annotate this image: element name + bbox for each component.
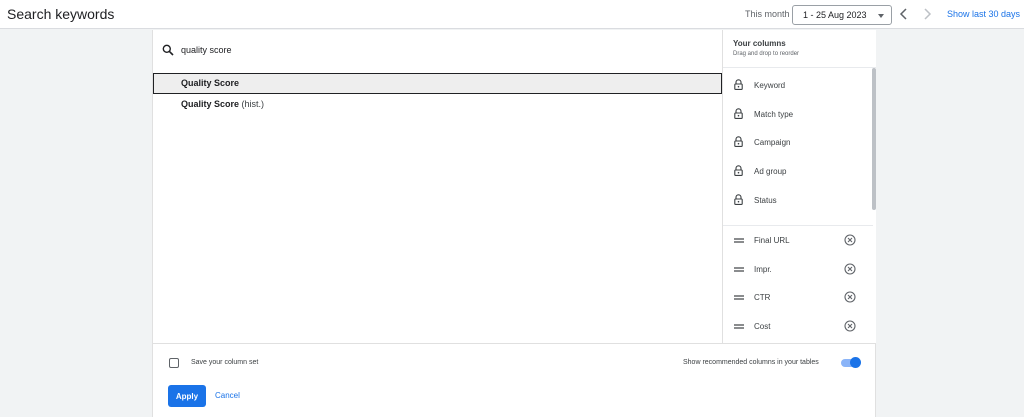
- divider: [723, 67, 876, 68]
- your-columns-title: Your columns: [733, 39, 786, 48]
- date-range-value: 1 - 25 Aug 2023: [803, 10, 867, 20]
- dropdown-caret-icon: [878, 14, 884, 18]
- locked-column-item: Match type: [723, 101, 873, 129]
- search-input[interactable]: [181, 45, 481, 55]
- toggle-knob: [850, 357, 861, 368]
- selected-column-item[interactable]: Impr.: [723, 256, 873, 284]
- locked-column-item: Status: [723, 187, 873, 215]
- page-title: Search keywords: [7, 6, 115, 22]
- remove-column-icon[interactable]: [844, 263, 856, 275]
- period-label: This month: [745, 9, 790, 19]
- recommended-columns-label: Show recommended columns in your tables: [683, 359, 819, 366]
- remove-column-icon[interactable]: [844, 320, 856, 332]
- selected-column-item[interactable]: Cost: [723, 313, 873, 341]
- column-label: Keyword: [754, 81, 786, 90]
- chevron-left-icon[interactable]: [898, 7, 910, 21]
- locked-column-item: Keyword: [723, 72, 873, 100]
- remove-column-icon[interactable]: [844, 234, 856, 246]
- divider: [723, 225, 873, 226]
- divider: [153, 343, 875, 344]
- result-label: Quality Score: [181, 78, 240, 88]
- search-results: Quality Score Quality Score (hist.): [153, 73, 722, 115]
- column-label: Cost: [754, 322, 771, 332]
- column-label: Final URL: [754, 236, 790, 245]
- column-label: Impr.: [754, 264, 772, 274]
- recommended-columns-toggle[interactable]: [841, 357, 861, 368]
- lock-icon: [734, 79, 743, 90]
- apply-button[interactable]: Apply: [168, 385, 206, 407]
- show-last-30-days-link[interactable]: Show last 30 days: [947, 9, 1020, 19]
- remove-column-icon[interactable]: [844, 291, 856, 303]
- date-range-select[interactable]: 1 - 25 Aug 2023: [792, 5, 892, 25]
- lock-icon: [734, 107, 743, 119]
- cancel-button[interactable]: Cancel: [215, 391, 240, 400]
- column-label: Match type: [754, 109, 794, 119]
- drag-handle-icon[interactable]: [734, 267, 744, 272]
- lock-icon: [734, 194, 743, 205]
- your-columns-panel: Your columns Drag and drop to reorder Ke…: [722, 30, 876, 343]
- save-column-set-label: Save your column set: [191, 359, 259, 366]
- lock-icon: [734, 165, 743, 177]
- selected-column-item[interactable]: Final URL: [723, 227, 873, 255]
- result-item[interactable]: Quality Score (hist.): [153, 94, 722, 115]
- drag-handle-icon[interactable]: [734, 238, 744, 243]
- your-columns-subtitle: Drag and drop to reorder: [733, 51, 800, 57]
- top-bar: Search keywords This month 1 - 25 Aug 20…: [0, 0, 1024, 29]
- column-label: CTR: [754, 293, 771, 303]
- column-label: Ad group: [754, 167, 787, 177]
- result-suffix: (hist.): [239, 99, 265, 109]
- selected-column-item[interactable]: CTR: [723, 284, 873, 312]
- result-item[interactable]: Quality Score: [153, 73, 722, 94]
- search-icon: [162, 44, 174, 56]
- save-column-set-checkbox[interactable]: [169, 358, 179, 368]
- drag-handle-icon[interactable]: [734, 295, 744, 300]
- column-label: Campaign: [754, 138, 791, 148]
- result-label: Quality Score: [181, 99, 240, 109]
- chevron-right-icon[interactable]: [921, 7, 933, 21]
- locked-column-item: Campaign: [723, 129, 873, 157]
- column-picker-panel: Quality ScoreQuality Score (hist.) Your …: [152, 30, 876, 417]
- locked-column-item: Ad group: [723, 158, 873, 186]
- lock-icon: [734, 136, 743, 148]
- column-label: Status: [754, 195, 777, 205]
- drag-handle-icon[interactable]: [734, 324, 744, 329]
